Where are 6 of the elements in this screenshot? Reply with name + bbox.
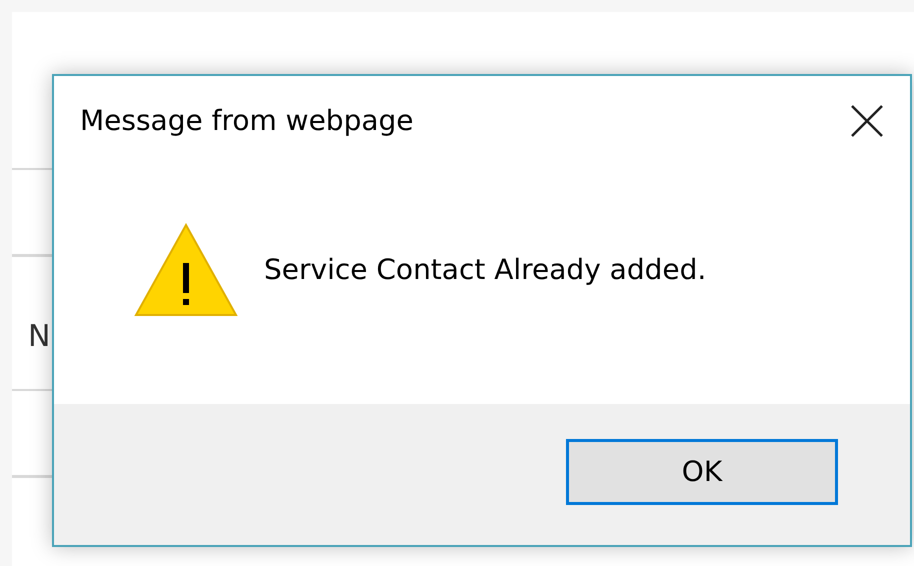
message-text: Service Contact Already added. bbox=[264, 252, 706, 288]
ok-button[interactable]: OK bbox=[566, 438, 838, 504]
dialog-title: Message from webpage bbox=[80, 103, 414, 139]
background-label: N bbox=[27, 319, 52, 355]
close-icon[interactable] bbox=[850, 104, 884, 138]
warning-icon bbox=[134, 223, 238, 317]
